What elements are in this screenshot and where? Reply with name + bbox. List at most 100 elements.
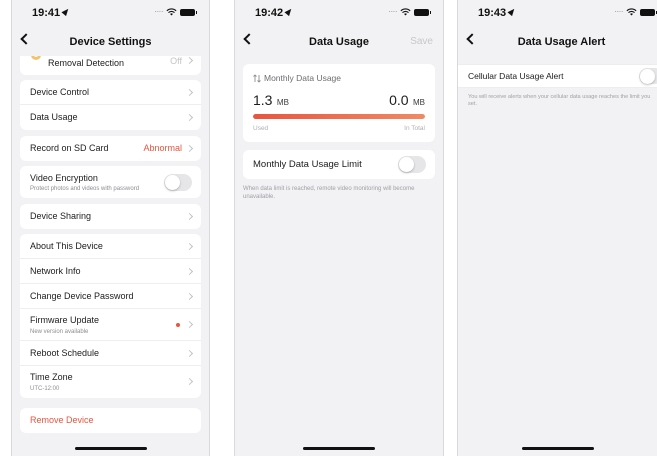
network-info-row[interactable]: Network Info (20, 259, 201, 284)
record-sd-status: Abnormal (143, 143, 182, 153)
location-arrow-icon (61, 6, 71, 17)
chevron-right-icon (185, 56, 194, 65)
encryption-card: Video Encryption Protect photos and vide… (20, 166, 201, 198)
limit-card: Monthly Data Usage Limit (243, 150, 435, 179)
removal-detection-row[interactable]: Removal Detection Off (20, 56, 201, 69)
reboot-schedule-row[interactable]: Reboot Schedule (20, 341, 201, 366)
device-sharing-row[interactable]: Device Sharing (20, 204, 201, 229)
page-title: Device Settings (69, 36, 152, 48)
info-card: About This Device Network Info Change De… (20, 234, 201, 398)
remove-device-button[interactable]: Remove Device (20, 408, 201, 433)
video-encryption-sub: Protect photos and videos with password (30, 186, 140, 192)
signal-dots-icon: ···· (154, 7, 163, 16)
wifi-icon (166, 8, 177, 16)
video-encryption-row: Video Encryption Protect photos and vide… (20, 166, 201, 198)
monthly-limit-label: Monthly Data Usage Limit (253, 159, 362, 170)
monthly-limit-row: Monthly Data Usage Limit (243, 150, 435, 179)
device-control-label: Device Control (30, 87, 90, 97)
chevron-right-icon (185, 113, 194, 122)
monthly-usage-label: Monthly Data Usage (264, 73, 342, 83)
battery-icon (180, 8, 197, 16)
data-usage-row[interactable]: Data Usage (20, 105, 201, 130)
chevron-right-icon (185, 292, 194, 301)
used-unit: MB (276, 98, 289, 107)
monthly-limit-toggle[interactable] (398, 156, 426, 173)
status-time: 19:42 (255, 6, 294, 19)
usage-progress-fill (253, 114, 425, 119)
control-card: Device Control Data Usage (20, 80, 201, 130)
home-indicator (74, 447, 147, 450)
signal-dots-icon: ···· (614, 7, 623, 16)
status-time: 19:41 (32, 6, 71, 19)
status-time: 19:43 (478, 6, 517, 19)
chevron-right-icon (185, 377, 194, 386)
firmware-update-row[interactable]: Firmware Update New version available (20, 309, 201, 341)
sharing-card: Device Sharing (20, 204, 201, 229)
data-usage-alert-screen: 19:43 ···· Data Usage Alert Cellular Dat… (457, 0, 657, 456)
change-password-label: Change Device Password (30, 291, 134, 301)
battery-icon (640, 8, 657, 16)
battery-icon (414, 8, 431, 16)
total-value: 0.0 (389, 92, 409, 108)
data-usage-screen: 19:42 ···· Data Usage Save Monthly Data … (234, 0, 444, 456)
cellular-alert-row: Cellular Data Usage Alert (458, 64, 657, 88)
remove-device-label: Remove Device (30, 415, 94, 425)
removal-detection-card: Removal Detection Off (20, 56, 201, 75)
total-unit: MB (413, 98, 425, 107)
time-zone-value: UTC-12:00 (30, 386, 60, 392)
total-amount: 0.0 MB (389, 92, 425, 110)
removal-detection-value: Off (170, 56, 182, 66)
signal-dots-icon: ···· (388, 7, 397, 16)
status-bar: 19:41 ···· (12, 0, 209, 24)
monthly-usage-card: Monthly Data Usage 1.3 MB 0.0 MB Used In… (243, 64, 435, 142)
cellular-alert-label: Cellular Data Usage Alert (468, 71, 564, 81)
firmware-update-sub: New version available (30, 329, 89, 335)
wifi-icon (400, 8, 411, 16)
cellular-alert-toggle[interactable] (639, 68, 657, 84)
time-zone-label: Time Zone (30, 372, 73, 382)
used-value: 1.3 (253, 92, 273, 108)
status-bar: 19:43 ···· (458, 0, 657, 24)
home-indicator (521, 447, 594, 450)
nav-bar: Device Settings (12, 28, 209, 56)
device-settings-screen: 19:41 ···· Device Settings Removal Detec… (11, 0, 210, 456)
device-control-row[interactable]: Device Control (20, 80, 201, 105)
firmware-update-label: Firmware Update (30, 315, 100, 325)
video-encryption-label: Video Encryption (30, 173, 98, 183)
data-usage-label: Data Usage (30, 112, 78, 122)
nav-bar: Data Usage Save (235, 28, 443, 56)
reboot-schedule-label: Reboot Schedule (30, 348, 100, 358)
usage-progress-bar (253, 114, 425, 119)
chevron-right-icon (185, 212, 194, 221)
record-sd-label: Record on SD Card (30, 143, 109, 153)
wifi-icon (626, 8, 637, 16)
location-arrow-icon (507, 6, 517, 17)
nav-bar: Data Usage Alert (458, 28, 657, 56)
change-password-row[interactable]: Change Device Password (20, 284, 201, 309)
transfer-arrows-icon (253, 74, 261, 83)
video-encryption-toggle[interactable] (164, 174, 192, 191)
record-sd-row[interactable]: Record on SD Card Abnormal (20, 136, 201, 161)
removal-detection-icon (31, 56, 41, 60)
removal-detection-label: Removal Detection (48, 58, 125, 68)
location-arrow-icon (284, 6, 294, 17)
limit-hint: When data limit is reached, remote video… (243, 186, 415, 200)
remove-card: Remove Device (20, 408, 201, 433)
network-info-label: Network Info (30, 266, 81, 276)
save-button[interactable]: Save (410, 36, 433, 47)
chevron-right-icon (185, 144, 194, 153)
chevron-right-icon (185, 320, 194, 329)
about-device-row[interactable]: About This Device (20, 234, 201, 259)
home-indicator (303, 447, 375, 450)
chevron-right-icon (185, 349, 194, 358)
status-bar: 19:42 ···· (235, 0, 443, 24)
page-title: Data Usage Alert (517, 36, 606, 48)
sd-card-card: Record on SD Card Abnormal (20, 136, 201, 161)
used-amount: 1.3 MB (253, 92, 289, 110)
alert-hint: You will receive alerts when your cellul… (468, 94, 651, 107)
chevron-right-icon (185, 88, 194, 97)
about-device-label: About This Device (30, 241, 103, 251)
time-zone-row[interactable]: Time Zone UTC-12:00 (20, 366, 201, 398)
chevron-right-icon (185, 242, 194, 251)
device-sharing-label: Device Sharing (30, 211, 92, 221)
